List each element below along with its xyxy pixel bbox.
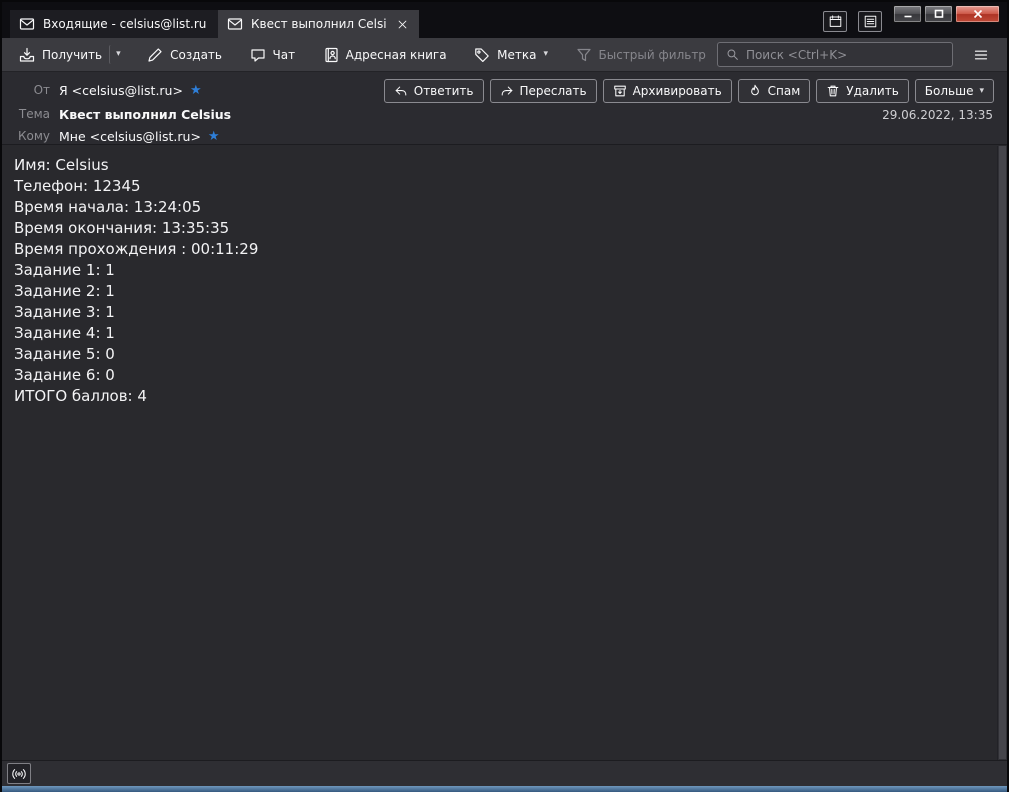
close-tab-icon[interactable] — [394, 16, 410, 32]
vertical-scrollbar[interactable] — [997, 146, 1007, 760]
address-book-icon — [323, 47, 339, 63]
forward-button[interactable]: Переслать — [489, 79, 597, 103]
app-menu-button[interactable] — [965, 42, 997, 68]
pencil-icon — [147, 47, 163, 63]
envelope-icon — [19, 16, 35, 32]
tab-message[interactable]: Квест выполнил Celsius - В — [218, 10, 419, 38]
address-book-label: Адресная книга — [345, 47, 447, 62]
get-mail-icon — [19, 47, 35, 63]
get-messages-label: Получить — [42, 47, 103, 62]
tag-icon — [474, 47, 490, 63]
chat-button[interactable]: Чат — [243, 42, 303, 68]
reply-label: Ответить — [413, 84, 474, 98]
message-line: Задание 1: 1 — [14, 261, 115, 279]
broadcast-icon[interactable] — [7, 763, 31, 784]
trash-icon — [826, 84, 840, 98]
tag-button[interactable]: Метка ▾ — [467, 42, 555, 68]
maximize-button[interactable] — [924, 5, 953, 23]
message-line: Задание 2: 1 — [14, 282, 115, 300]
tab-label: Квест выполнил Celsius - В — [251, 17, 386, 31]
quick-filter-label: Быстрый фильтр — [598, 47, 706, 62]
more-label: Больше — [924, 84, 974, 98]
junk-button[interactable]: Спам — [737, 79, 811, 103]
message-line: ИТОГО баллов: 4 — [14, 387, 147, 405]
message-line: Задание 5: 0 — [14, 345, 115, 363]
mail-toolbar: Получить ▾ Создать Чат Адресная книга Ме… — [2, 38, 1007, 72]
titlebar-mini-icons — [823, 11, 882, 32]
from-address[interactable]: Я <celsius@list.ru> — [59, 83, 183, 98]
scrollbar-thumb[interactable] — [999, 146, 1006, 759]
tab-label: Входящие - celsius@list.ru — [43, 17, 207, 31]
hamburger-icon — [973, 47, 989, 63]
message-actions: Ответить Переслать Архивировать Спам Уда… — [383, 79, 994, 103]
get-messages-dropdown[interactable]: ▾ — [109, 45, 127, 64]
forward-arrow-icon — [500, 84, 514, 98]
delete-button[interactable]: Удалить — [816, 79, 909, 103]
delete-label: Удалить — [846, 84, 899, 98]
reply-button[interactable]: Ответить — [383, 79, 484, 103]
junk-label: Спам — [767, 84, 801, 98]
chat-label: Чат — [272, 47, 296, 62]
window-controls — [893, 5, 1000, 23]
search-input[interactable] — [745, 47, 945, 62]
message-date: 29.06.2022, 13:35 — [882, 108, 993, 122]
chevron-down-icon: ▾ — [543, 49, 548, 59]
archive-button[interactable]: Архивировать — [602, 79, 732, 103]
thunderbird-window: Входящие - celsius@list.ru Квест выполни… — [0, 0, 1009, 792]
address-book-button[interactable]: Адресная книга — [316, 42, 454, 68]
to-label: Кому — [17, 129, 50, 143]
tasks-icon[interactable] — [858, 11, 882, 32]
message-line: Телефон: 12345 — [14, 177, 141, 195]
search-icon — [726, 48, 739, 61]
more-button[interactable]: Больше ▾ — [914, 79, 994, 103]
archive-label: Архивировать — [632, 84, 722, 98]
chevron-down-icon: ▾ — [116, 49, 121, 59]
reply-arrow-icon — [394, 84, 408, 98]
flame-icon — [748, 84, 762, 98]
status-bar — [2, 760, 1007, 786]
close-button[interactable] — [955, 5, 1000, 23]
calendar-icon[interactable] — [823, 11, 847, 32]
window-bottom-border — [2, 786, 1007, 792]
write-label: Создать — [170, 47, 222, 62]
tag-label: Метка — [497, 47, 537, 62]
message-line: Задание 4: 1 — [14, 324, 115, 342]
message-header: От Я <celsius@list.ru> ★ Тема Квест выпо… — [2, 72, 1007, 145]
message-line: Имя: Celsius — [14, 156, 109, 174]
archive-box-icon — [613, 84, 627, 98]
titlebar: Входящие - celsius@list.ru Квест выполни… — [2, 2, 1007, 38]
message-line: Время начала: 13:24:05 — [14, 198, 202, 216]
tab-strip: Входящие - celsius@list.ru Квест выполни… — [10, 10, 419, 38]
star-icon[interactable]: ★ — [208, 129, 220, 144]
subject-label: Тема — [18, 107, 50, 121]
subject-value: Квест выполнил Celsius — [59, 106, 232, 122]
search-box — [716, 42, 954, 67]
message-line: Задание 6: 0 — [14, 366, 115, 384]
envelope-icon — [227, 16, 243, 32]
star-icon[interactable]: ★ — [190, 83, 202, 98]
minimize-button[interactable] — [893, 5, 922, 23]
to-address[interactable]: Мне <celsius@list.ru> — [59, 129, 201, 144]
funnel-icon — [576, 47, 592, 63]
forward-label: Переслать — [519, 84, 587, 98]
message-line: Задание 3: 1 — [14, 303, 115, 321]
chevron-down-icon: ▾ — [979, 85, 984, 96]
message-line: Время прохождения : 00:11:29 — [14, 240, 259, 258]
chat-bubble-icon — [250, 47, 266, 63]
message-line: Время окончания: 13:35:35 — [14, 219, 230, 237]
tab-inbox[interactable]: Входящие - celsius@list.ru — [10, 10, 218, 38]
write-button[interactable]: Создать — [140, 42, 229, 68]
message-body: Имя: Celsius Телефон: 12345 Время начала… — [2, 146, 1007, 760]
from-label: От — [33, 83, 50, 97]
get-messages-button[interactable]: Получить — [12, 42, 109, 68]
quick-filter-button[interactable]: Быстрый фильтр — [569, 42, 713, 68]
